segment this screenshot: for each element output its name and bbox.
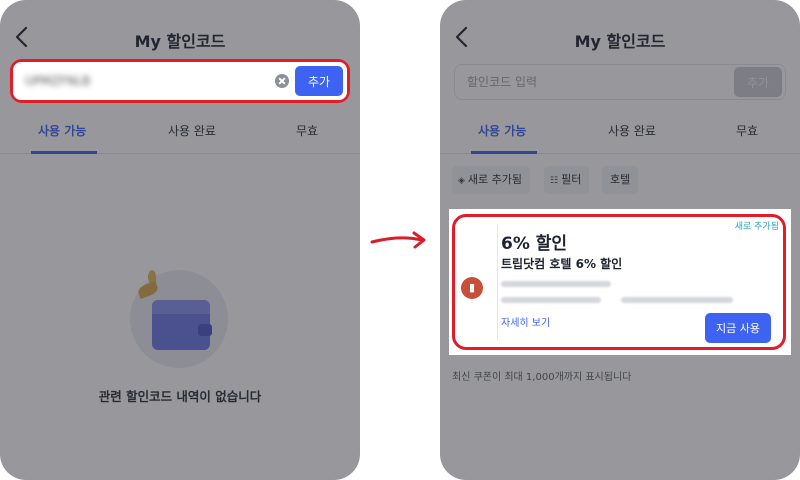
use-now-button[interactable]: 지금 사용 [705,313,771,343]
active-tab-underline [31,151,97,154]
tab-invalid[interactable]: 무효 [736,122,758,139]
hotel-icon: ▮ [461,277,483,299]
details-link[interactable]: 자세히 보기 [501,314,550,329]
discount-code-value: UPMZFNLB [25,74,91,88]
empty-state-message: 관련 할인코드 내역이 없습니다 [98,389,262,404]
redacted-line [501,281,611,287]
chip-label: 새로 추가됨 [467,173,523,186]
dim-overlay [440,209,449,355]
tutorial-stage: My 할인코드 사용 가능 사용 완료 무효 관련 할인코드 내역이 없습니다 … [0,0,800,480]
clear-icon[interactable] [275,74,289,88]
left-screen: My 할인코드 사용 가능 사용 완료 무효 관련 할인코드 내역이 없습니다 … [0,0,360,480]
wallet-flap [152,300,210,314]
right-screen: My 할인코드 할인코드 입력 추가 사용 가능 사용 완료 무효 ◈ 새로 추가… [440,0,800,480]
redacted-line [621,297,733,303]
coupon-name: 트립닷컴 호텔 6% 할인 [501,257,623,271]
left-tab-bar: 사용 가능 사용 완료 무효 [0,118,360,154]
chip-label: 필터 [561,173,582,186]
coupon-limit-note: 최신 쿠폰이 최대 1,000개까지 표시됩니다 [452,372,632,383]
add-code-button[interactable]: 추가 [295,66,343,96]
add-code-button[interactable]: 추가 [734,67,782,97]
coupon-discount: 6% 할인 [501,234,568,254]
filter-icon: ☷ [550,176,559,186]
tab-used[interactable]: 사용 완료 [608,122,656,139]
chip-newly-added[interactable]: ◈ 새로 추가됨 [452,166,531,194]
tab-used[interactable]: 사용 완료 [168,122,216,139]
tab-available[interactable]: 사용 가능 [478,122,526,139]
chip-filter[interactable]: ☷ 필터 [544,166,590,194]
page-title: My 할인코드 [574,32,666,51]
wallet-clasp [198,324,212,336]
dim-overlay [791,209,800,355]
chip-hotel[interactable]: 호텔 [602,166,639,194]
right-tab-bar: 사용 가능 사용 완료 무효 [440,118,800,154]
redacted-line [501,297,601,303]
coupon-card[interactable]: ▮ 새로 추가됨 6% 할인 트립닷컴 호텔 6% 할인 자세히 보기 지금 사… [452,214,786,350]
page-title: My 할인코드 [134,32,226,51]
new-badge: 새로 추가됨 [734,222,779,232]
transition-arrow-icon [370,231,426,249]
search-row: 할인코드 입력 추가 [454,64,786,100]
new-icon: ◈ [458,176,465,186]
tab-available[interactable]: 사용 가능 [38,122,86,139]
active-tab-underline [471,151,537,154]
chip-label: 호텔 [610,173,631,186]
search-highlight-frame: UPMZFNLB 추가 [10,59,350,103]
tab-invalid[interactable]: 무효 [296,122,318,139]
coupon-divider [497,225,498,341]
